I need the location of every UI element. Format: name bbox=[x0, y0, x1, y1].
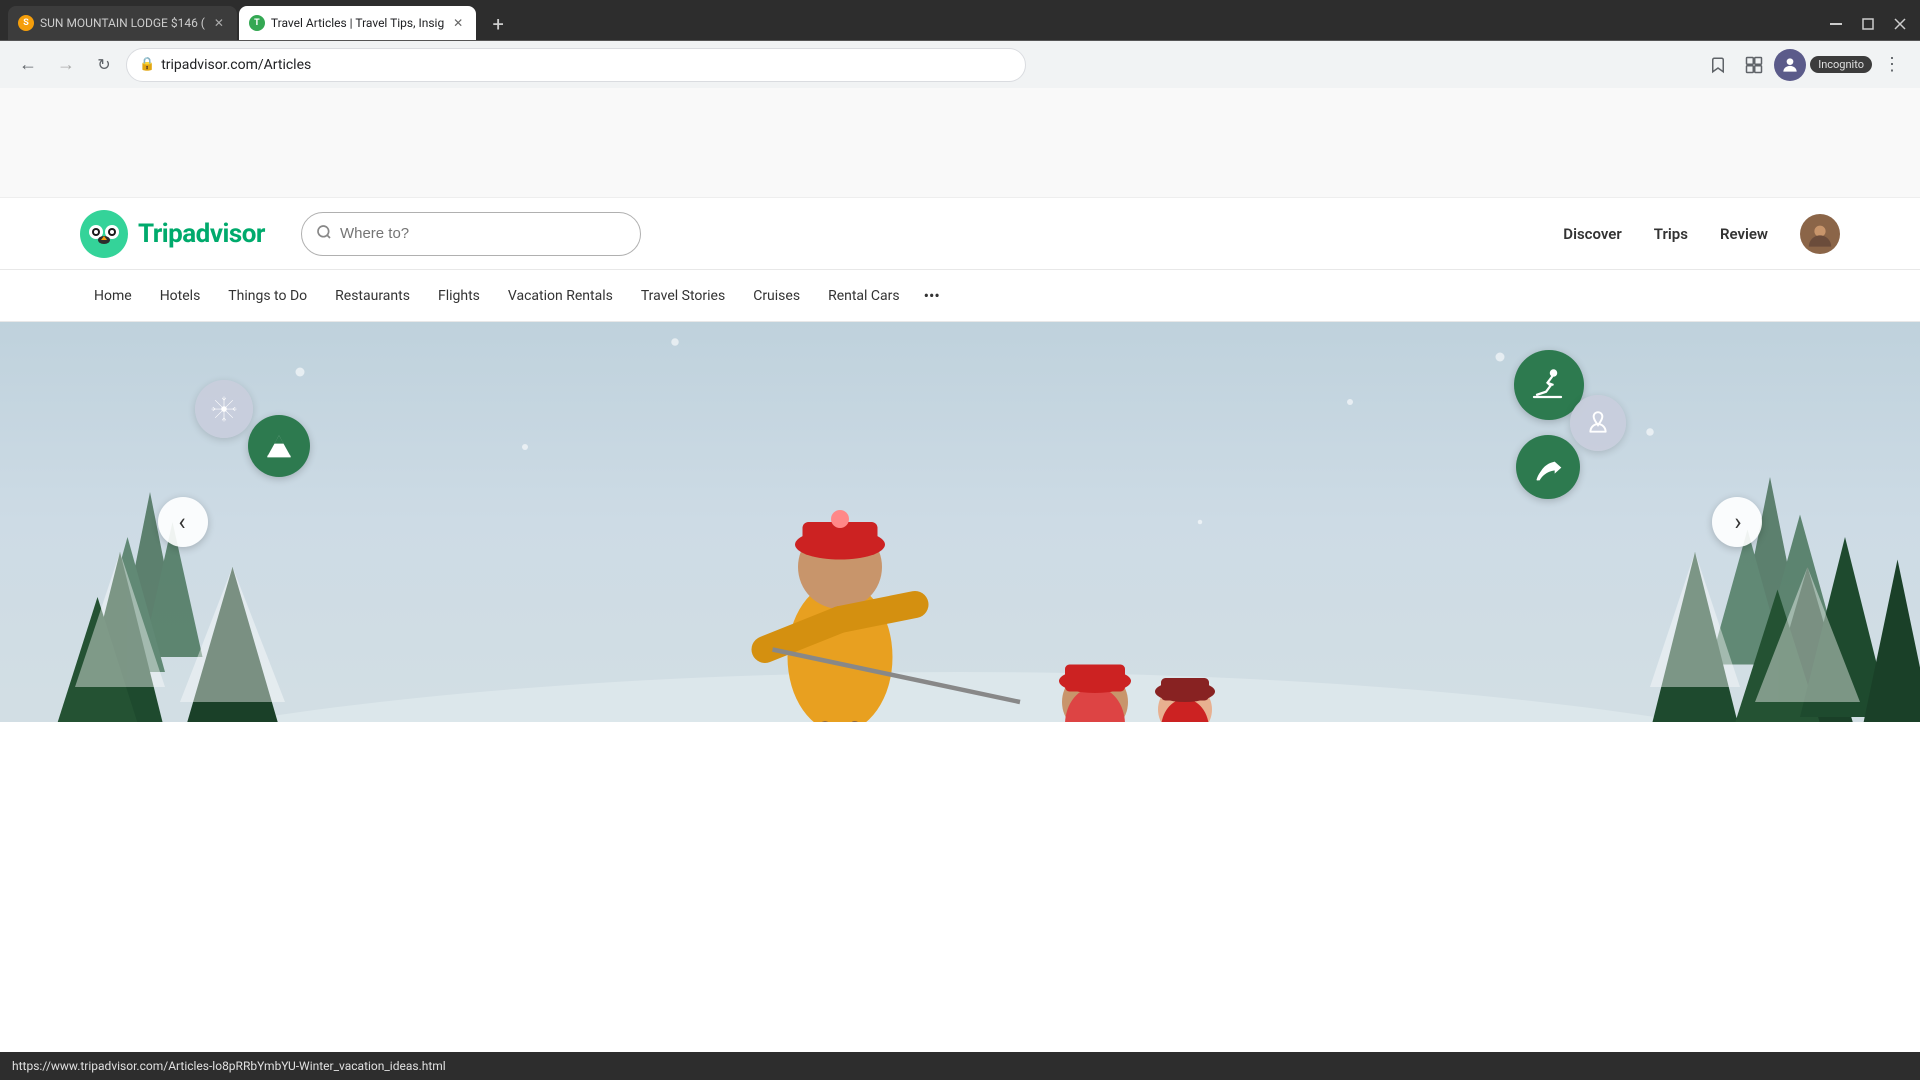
user-avatar[interactable] bbox=[1800, 214, 1840, 254]
nav-flights[interactable]: Flights bbox=[424, 270, 494, 322]
window-close[interactable] bbox=[1888, 12, 1912, 36]
float-icon-food[interactable] bbox=[1570, 395, 1626, 451]
logo-text: Tripadvisor bbox=[138, 219, 265, 249]
toolbar-extensions: Incognito ⋮ bbox=[1702, 49, 1908, 81]
site-header: Tripadvisor Discover Trips Review bbox=[0, 198, 1920, 270]
extensions-icon[interactable] bbox=[1738, 49, 1770, 81]
logo-owl bbox=[80, 210, 128, 258]
tab-close-sun[interactable]: ✕ bbox=[211, 15, 227, 31]
back-button[interactable]: ← bbox=[12, 49, 44, 81]
address-text: tripadvisor.com/Articles bbox=[161, 57, 1011, 73]
float-icon-nature[interactable] bbox=[1516, 435, 1580, 499]
nav-more[interactable]: ••• bbox=[914, 270, 950, 322]
menu-button[interactable]: ⋮ bbox=[1876, 49, 1908, 81]
profile-button[interactable] bbox=[1774, 49, 1806, 81]
nav-home[interactable]: Home bbox=[80, 270, 146, 322]
header-nav: Discover Trips Review bbox=[1563, 214, 1840, 254]
tab-bar: S SUN MOUNTAIN LODGE $146 ( ✕ T Travel A… bbox=[0, 0, 1920, 40]
lock-icon: 🔒 bbox=[139, 57, 155, 72]
window-controls bbox=[1824, 12, 1912, 40]
tab-label-trip: Travel Articles | Travel Tips, Insig bbox=[271, 16, 444, 30]
browser-toolbar: ← → ↻ 🔒 tripadvisor.com/Articles Incogni… bbox=[0, 40, 1920, 88]
hero-section: a guide for winter bbox=[0, 322, 1920, 722]
main-nav: Home Hotels Things to Do Restaurants Fli… bbox=[0, 270, 1920, 322]
nav-things-to-do[interactable]: Things to Do bbox=[214, 270, 321, 322]
window-restore[interactable] bbox=[1856, 12, 1880, 36]
bookmark-icon[interactable] bbox=[1702, 49, 1734, 81]
header-nav-discover[interactable]: Discover bbox=[1563, 225, 1621, 243]
address-bar[interactable]: 🔒 tripadvisor.com/Articles bbox=[126, 48, 1026, 82]
tab-tripadvisor[interactable]: T Travel Articles | Travel Tips, Insig ✕ bbox=[239, 6, 476, 40]
search-input[interactable] bbox=[340, 225, 626, 242]
status-bar: https://www.tripadvisor.com/Articles-lo8… bbox=[0, 1052, 1920, 1080]
hero-next-button[interactable]: › bbox=[1712, 497, 1762, 547]
nav-restaurants[interactable]: Restaurants bbox=[321, 270, 424, 322]
page-content: Tripadvisor Discover Trips Review Home bbox=[0, 88, 1920, 722]
header-nav-review[interactable]: Review bbox=[1720, 225, 1768, 243]
tab-label-sun: SUN MOUNTAIN LODGE $146 ( bbox=[40, 16, 205, 30]
nav-cruises[interactable]: Cruises bbox=[739, 270, 814, 322]
hero-background: a guide for winter bbox=[0, 322, 1920, 722]
browser-chrome: S SUN MOUNTAIN LODGE $146 ( ✕ T Travel A… bbox=[0, 0, 1920, 88]
search-bar[interactable] bbox=[301, 212, 641, 256]
nav-vacation-rentals[interactable]: Vacation Rentals bbox=[494, 270, 627, 322]
window-minimize[interactable] bbox=[1824, 12, 1848, 36]
next-icon: › bbox=[1734, 508, 1741, 536]
header-nav-trips[interactable]: Trips bbox=[1654, 225, 1688, 243]
refresh-button[interactable]: ↻ bbox=[88, 49, 120, 81]
tab-favicon-sun: S bbox=[18, 15, 34, 31]
incognito-badge: Incognito bbox=[1810, 56, 1872, 73]
tab-sun-mountain[interactable]: S SUN MOUNTAIN LODGE $146 ( ✕ bbox=[8, 6, 237, 40]
new-tab-button[interactable]: + bbox=[482, 8, 514, 40]
prev-icon: ‹ bbox=[178, 508, 185, 536]
float-icon-mountain[interactable] bbox=[248, 415, 310, 477]
nav-hotels[interactable]: Hotels bbox=[146, 270, 215, 322]
tab-favicon-trip: T bbox=[249, 15, 265, 31]
search-icon bbox=[316, 224, 332, 244]
nav-rental-cars[interactable]: Rental Cars bbox=[814, 270, 914, 322]
ad-space bbox=[0, 88, 1920, 198]
logo-area[interactable]: Tripadvisor bbox=[80, 210, 265, 258]
float-icon-snowflake[interactable] bbox=[195, 380, 253, 438]
tab-close-trip[interactable]: ✕ bbox=[450, 15, 466, 31]
forward-button[interactable]: → bbox=[50, 49, 82, 81]
status-url: https://www.tripadvisor.com/Articles-lo8… bbox=[12, 1059, 446, 1073]
nav-travel-stories[interactable]: Travel Stories bbox=[627, 270, 739, 322]
hero-prev-button[interactable]: ‹ bbox=[158, 497, 208, 547]
